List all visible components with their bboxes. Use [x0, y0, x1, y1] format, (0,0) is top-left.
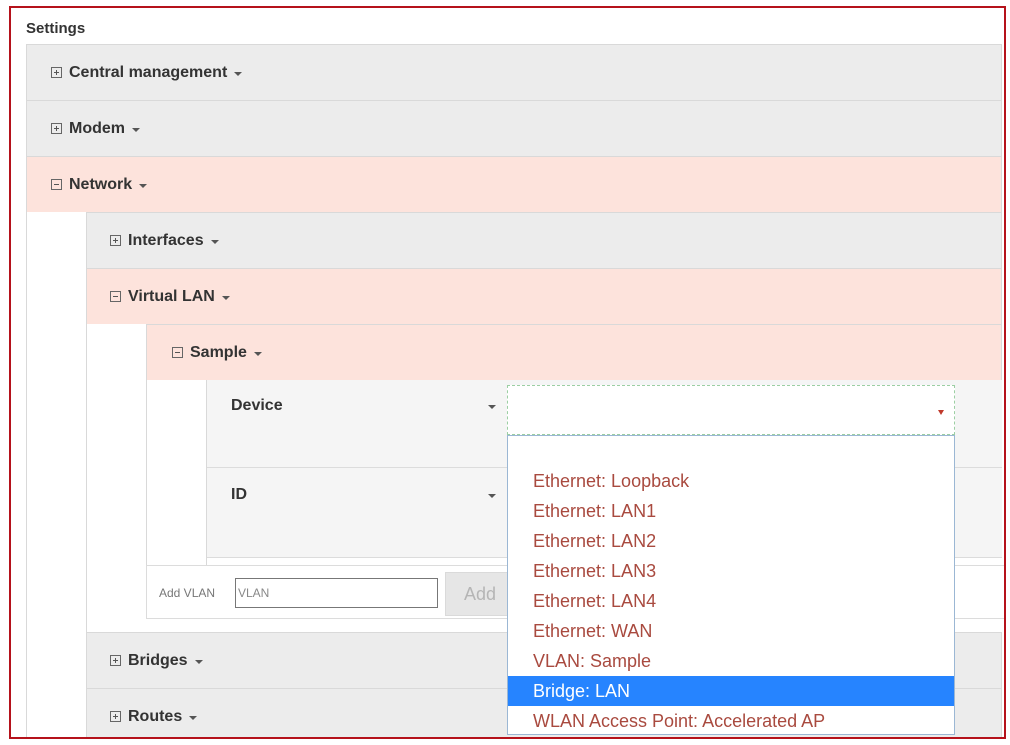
dropdown-arrow-icon — [938, 410, 944, 415]
tree-guide-line — [26, 212, 27, 737]
dropdown-option[interactable]: Bridge: LAN — [508, 676, 954, 706]
section-interfaces[interactable]: Interfaces — [86, 212, 1002, 268]
chevron-down-icon — [194, 660, 203, 664]
collapse-icon — [51, 179, 62, 190]
add-vlan-label: Add VLAN — [159, 586, 216, 600]
chevron-down-icon — [139, 184, 148, 188]
device-label: Device — [231, 397, 283, 414]
chevron-down-icon[interactable] — [488, 494, 496, 498]
section-label: Central management — [69, 63, 228, 81]
section-label: Routes — [128, 707, 183, 725]
section-modem[interactable]: Modem — [26, 100, 1002, 156]
section-label: Sample — [190, 343, 247, 361]
chevron-down-icon[interactable] — [488, 405, 496, 409]
collapse-icon — [172, 347, 183, 358]
section-central-management[interactable]: Central management — [26, 44, 1002, 100]
chevron-down-icon — [210, 240, 219, 244]
chevron-down-icon — [221, 296, 230, 300]
section-sample[interactable]: Sample — [146, 324, 1002, 380]
expand-icon — [110, 711, 121, 722]
expand-icon — [110, 235, 121, 246]
section-label: Modem — [69, 119, 125, 137]
section-network[interactable]: Network — [26, 156, 1002, 212]
expand-icon — [110, 655, 121, 666]
section-label: Virtual LAN — [128, 287, 215, 305]
dropdown-option[interactable]: Ethernet: Loopback — [508, 466, 954, 496]
dropdown-option[interactable]: Ethernet: LAN1 — [508, 496, 954, 526]
chevron-down-icon — [253, 352, 262, 356]
chevron-down-icon — [234, 72, 243, 76]
expand-icon — [51, 67, 62, 78]
settings-title: Settings — [26, 20, 86, 37]
dropdown-option[interactable]: Ethernet: LAN2 — [508, 526, 954, 556]
section-label: Bridges — [128, 651, 188, 669]
dropdown-option[interactable]: VLAN: Sample — [508, 646, 954, 676]
dropdown-option[interactable]: Ethernet: LAN3 — [508, 556, 954, 586]
collapse-icon — [110, 291, 121, 302]
device-dropdown-menu: Ethernet: Loopback Ethernet: LAN1 Ethernet… — [507, 435, 955, 735]
chevron-down-icon — [132, 128, 140, 132]
chevron-down-icon — [189, 716, 198, 720]
section-virtual-lan[interactable]: Virtual LAN — [86, 268, 1002, 324]
expand-icon — [51, 123, 62, 134]
dropdown-option[interactable]: WLAN Access Point: Accelerated AP — [508, 706, 954, 736]
section-label: Interfaces — [128, 231, 204, 249]
settings-frame: Settings Central management Modem Networ… — [9, 6, 1006, 739]
device-select[interactable] — [507, 385, 955, 435]
section-label: Network — [69, 175, 133, 193]
dropdown-option[interactable]: Ethernet: WAN — [508, 616, 954, 646]
id-label: ID — [231, 486, 247, 503]
vlan-name-input[interactable] — [235, 578, 438, 608]
dropdown-option[interactable]: Ethernet: LAN4 — [508, 586, 954, 616]
